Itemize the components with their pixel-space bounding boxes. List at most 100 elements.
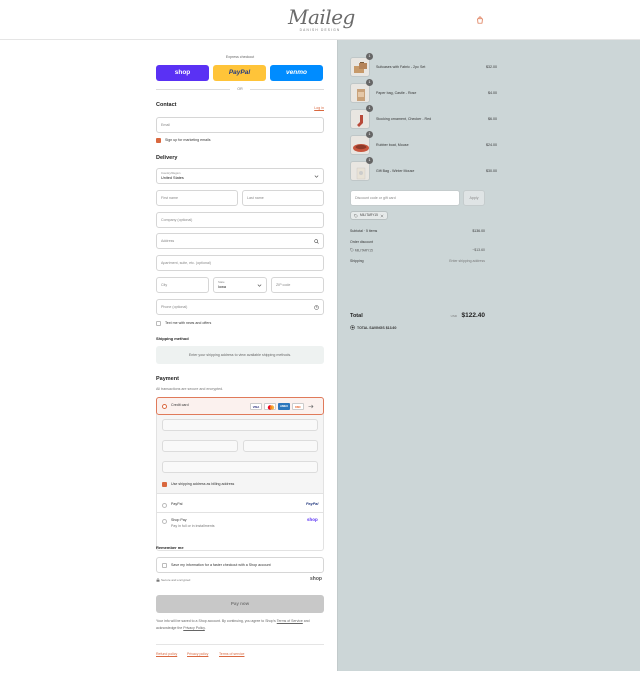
company-field[interactable]: Company (optional) <box>156 212 324 228</box>
contact-heading: Contact <box>156 102 177 108</box>
item-price: $32.00 <box>486 65 497 69</box>
search-icon <box>314 239 319 244</box>
quantity-badge: 1 <box>366 105 373 112</box>
secure-text: Secure and encrypted <box>161 578 191 582</box>
zip-field[interactable]: ZIP code <box>271 277 324 293</box>
subtotal-value: $136.00 <box>472 229 485 233</box>
text-news-checkbox[interactable] <box>156 321 161 326</box>
email-field[interactable]: Email <box>156 117 324 133</box>
shop-pay-button[interactable]: shop <box>156 65 209 81</box>
subtotal-label: Subtotal · 5 items <box>350 229 378 233</box>
phone-placeholder: Phone (optional) <box>161 305 188 309</box>
privacy-policy-link[interactable]: Privacy policy <box>187 652 208 656</box>
login-link[interactable]: Log in <box>314 106 324 110</box>
applied-code-chip: MILITARY15 <box>350 211 388 220</box>
billing-same-checkbox[interactable] <box>162 482 167 487</box>
paypal-option-label[interactable]: PayPal <box>171 502 182 506</box>
payment-heading: Payment <box>156 376 179 382</box>
city-field[interactable]: City <box>156 277 209 293</box>
billing-same-label: Use shipping address as billing address <box>171 482 235 486</box>
item-name: Gift Bag - Winter Mouse <box>376 169 415 173</box>
total-value: $122.40 <box>461 312 486 319</box>
shipping-message: Enter your shipping address to view avai… <box>156 346 324 364</box>
currency-label: USD <box>450 314 457 318</box>
shipping-label: Shipping <box>350 259 364 263</box>
shipping-row: Shipping Enter shipping address <box>350 259 485 263</box>
credit-card-label: Credit card <box>171 403 189 407</box>
credit-card-option[interactable]: Credit card VISA AMEX DISC <box>156 397 324 415</box>
visa-icon: VISA <box>250 403 262 410</box>
address-placeholder: Address <box>161 239 175 243</box>
shop-pay-radio[interactable] <box>162 519 167 524</box>
card-expiry-field[interactable] <box>162 440 238 452</box>
or-text: OR <box>237 87 243 91</box>
total-label: Total <box>350 313 363 319</box>
card-name-field[interactable] <box>162 461 318 473</box>
save-info-checkbox[interactable] <box>162 562 167 568</box>
brand-logo[interactable]: Maileg DANISH DESIGN <box>288 5 355 33</box>
card-details-area: Use shipping address as billing address <box>157 415 323 493</box>
remove-code-icon[interactable] <box>380 214 384 218</box>
apply-button[interactable]: Apply <box>463 190 485 206</box>
line-item: 1 Stocking ornament, Checker - Red $6.00 <box>350 105 497 131</box>
remember-heading: Remember me <box>156 545 184 550</box>
address-field[interactable]: Address <box>156 233 324 249</box>
express-checkout-title: Express checkout <box>225 55 255 59</box>
pay-now-button[interactable]: Pay now <box>156 595 324 613</box>
apartment-field[interactable]: Apartment, suite, etc. (optional) <box>156 255 324 271</box>
discount-code-input[interactable]: Discount code or gift card <box>350 190 460 206</box>
item-price: $24.00 <box>486 143 497 147</box>
chevron-down-icon <box>314 175 319 178</box>
shipping-heading: Shipping method <box>156 336 189 341</box>
discount-code-row: MILITARY15 −$13.60 <box>350 248 485 253</box>
terms-of-service-link[interactable]: Terms of service <box>219 652 244 656</box>
first-name-field[interactable]: First name <box>156 190 238 206</box>
mastercard-icon <box>264 403 276 410</box>
or-divider: OR <box>156 87 324 92</box>
card-cvv-field[interactable] <box>243 440 318 452</box>
card-number-field[interactable] <box>162 419 318 431</box>
refund-policy-link[interactable]: Refund policy <box>156 652 177 656</box>
applied-code: MILITARY15 <box>360 213 378 217</box>
help-icon[interactable] <box>314 305 319 310</box>
save-info-option[interactable]: Save my information for a faster checkou… <box>156 557 324 573</box>
shop-pay-logo: shop <box>307 517 318 522</box>
save-info-label: Save my information for a faster checkou… <box>171 563 271 567</box>
country-select[interactable]: Country/Region United States <box>156 168 324 184</box>
last-name-field[interactable]: Last name <box>242 190 324 206</box>
line-item: 1 Gift Bag - Winter Mouse $30.00 <box>350 157 497 183</box>
paypal-logo: PayPal <box>306 502 319 506</box>
order-discount-label: Order discount <box>350 240 373 244</box>
privacy-link[interactable]: Privacy Policy <box>183 626 205 630</box>
savings-tag-icon <box>350 325 355 330</box>
delivery-heading: Delivery <box>156 155 178 161</box>
shopping-bag-icon[interactable] <box>476 16 484 24</box>
quantity-badge: 1 <box>366 131 373 138</box>
paypal-radio[interactable] <box>162 503 167 508</box>
paypal-button[interactable]: PayPal <box>213 65 266 81</box>
state-select[interactable]: State Iowa <box>213 277 267 293</box>
quantity-badge: 1 <box>366 53 373 60</box>
payment-subtitle: All transactions are secure and encrypte… <box>156 387 224 391</box>
total-row: Total USD $122.40 <box>350 312 486 319</box>
legal-text: Your info will be saved to a Shop accoun… <box>156 618 324 631</box>
country-value: United States <box>161 175 184 180</box>
item-price: $6.00 <box>488 117 497 121</box>
item-name: Suitcases with Fabric - 2pc Set <box>376 65 426 69</box>
terms-link[interactable]: Terms of Service <box>277 619 303 623</box>
item-name: Paper bag, Castle - Rose <box>376 91 417 95</box>
product-thumbnail <box>350 57 370 77</box>
item-name: Stocking ornament, Checker - Red <box>376 117 432 121</box>
lock-icon <box>156 578 160 582</box>
line-item: 1 Paper bag, Castle - Rose $4.00 <box>350 79 497 105</box>
line-item: 1 Suitcases with Fabric - 2pc Set $32.00 <box>350 53 497 79</box>
brand-name: Maileg <box>288 5 355 29</box>
marketing-checkbox[interactable] <box>156 138 161 143</box>
credit-card-radio[interactable] <box>162 404 167 409</box>
savings-text: TOTAL SAVINGS $13.60 <box>357 325 397 330</box>
payment-divider <box>157 512 323 513</box>
chevron-down-icon <box>257 284 262 287</box>
phone-field[interactable]: Phone (optional) <box>156 299 324 315</box>
shop-pay-option-label[interactable]: Shop Pay <box>171 518 187 522</box>
venmo-button[interactable]: venmo <box>270 65 323 81</box>
